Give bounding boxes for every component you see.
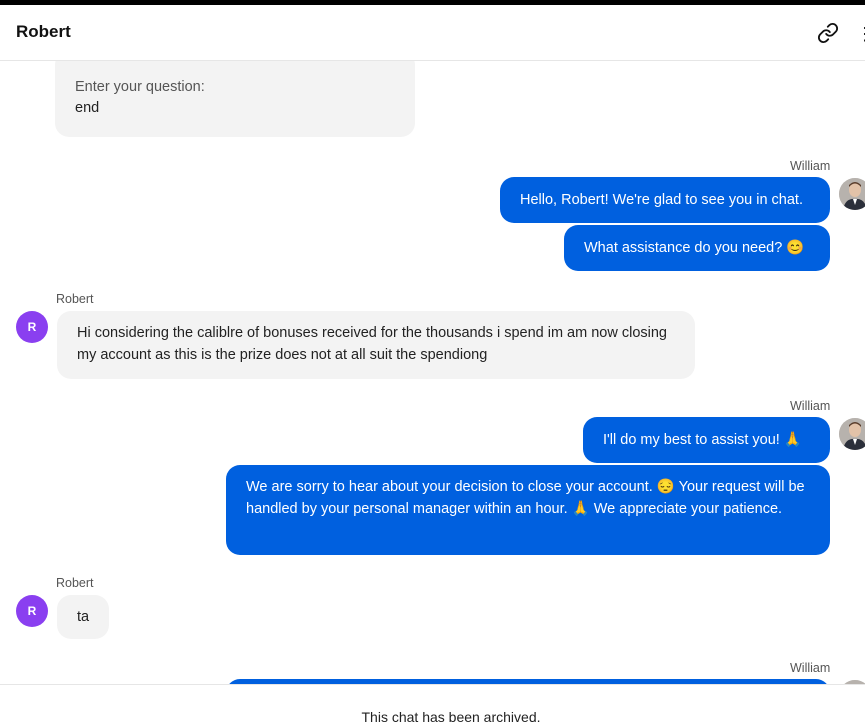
chat-header: Robert ⋮ — [0, 5, 865, 61]
avatar — [839, 418, 865, 450]
sender-name: William — [790, 661, 831, 675]
sender-name: Robert — [56, 292, 94, 306]
more-icon[interactable]: ⋮ — [856, 24, 865, 44]
chat-transcript[interactable]: Enter your question: end William Hello, … — [0, 61, 865, 684]
incoming-bubble: ta — [57, 595, 109, 639]
prompt-label: Enter your question: — [75, 79, 205, 95]
incoming-bubble: Enter your question: end — [55, 61, 415, 137]
avatar — [839, 178, 865, 210]
sender-name: William — [790, 159, 831, 173]
sender-name: William — [790, 399, 831, 413]
avatar: R — [16, 311, 48, 343]
chat-footer: This chat has been archived. — [0, 684, 865, 725]
chat-title: Robert — [16, 22, 71, 41]
avatar: R — [16, 595, 48, 627]
outgoing-bubble: What assistance do you need? 😊 — [564, 225, 830, 271]
sender-name: Robert — [56, 576, 94, 590]
outgoing-bubble: I'll do my best to assist you! 🙏 — [583, 417, 830, 463]
link-icon[interactable] — [817, 22, 839, 44]
outgoing-bubble: We are sorry to hear about your decision… — [226, 465, 830, 555]
prompt-value: end — [75, 100, 100, 116]
incoming-bubble: Hi considering the caliblre of bonuses r… — [57, 311, 695, 379]
outgoing-bubble: Hello, Robert! We're glad to see you in … — [500, 177, 830, 223]
